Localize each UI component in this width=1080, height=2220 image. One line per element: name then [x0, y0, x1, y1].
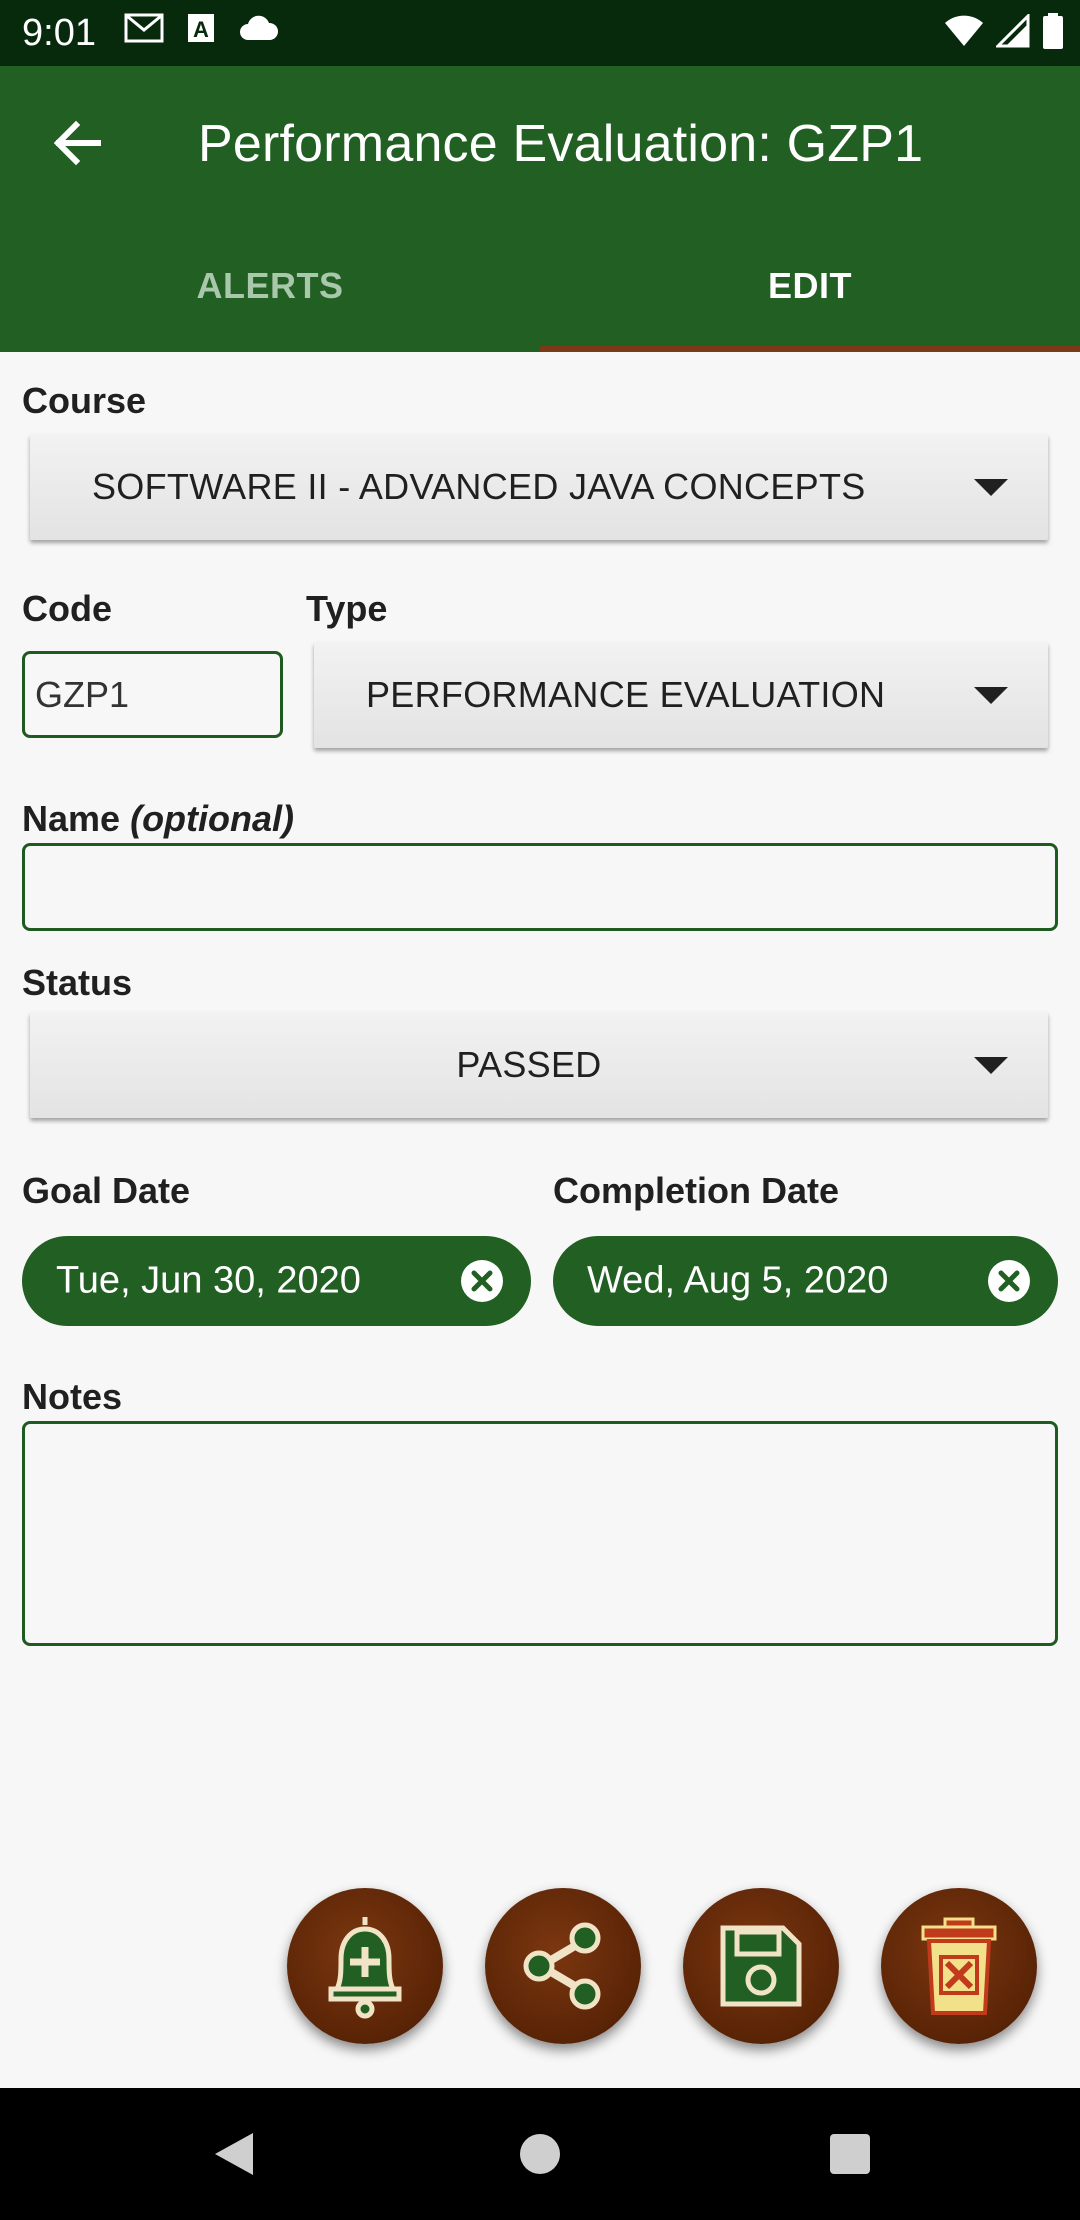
back-triangle-icon [215, 2133, 253, 2175]
course-label: Course [22, 380, 147, 421]
nav-recents-button[interactable] [816, 2120, 884, 2188]
system-icons [944, 12, 1064, 55]
nav-home-button[interactable] [506, 2120, 574, 2188]
name-label-text: Name [22, 798, 121, 839]
notification-icons: A [124, 12, 279, 49]
course-value: SOFTWARE II - ADVANCED JAVA CONCEPTS [92, 466, 866, 507]
delete-button[interactable] [881, 1888, 1037, 2044]
goal-date-value: Tue, Jun 30, 2020 [56, 1259, 361, 1302]
delete-icon [921, 1917, 997, 2015]
gmail-icon [124, 12, 164, 49]
code-input[interactable]: GZP1 [22, 651, 283, 738]
wifi-icon [944, 14, 984, 53]
dropdown-arrow-icon [974, 687, 1008, 704]
dropdown-arrow-icon [974, 1057, 1008, 1074]
add-alert-icon [328, 1917, 402, 2019]
font-a-icon: A [186, 12, 216, 49]
type-spinner[interactable]: PERFORMANCE EVALUATION [314, 642, 1048, 748]
save-icon [720, 1925, 802, 2007]
home-circle-icon [520, 2134, 560, 2174]
clear-goal-date-icon[interactable] [459, 1258, 505, 1304]
recents-square-icon [830, 2134, 870, 2174]
code-label: Code [22, 588, 112, 629]
status-time: 9:01 [22, 12, 96, 54]
status-spinner[interactable]: PASSED [30, 1012, 1048, 1118]
status-value: PASSED [456, 1044, 602, 1085]
completion-date-chip[interactable]: Wed, Aug 5, 2020 [553, 1236, 1058, 1326]
type-value: PERFORMANCE EVALUATION [366, 674, 886, 715]
dropdown-arrow-icon [974, 479, 1008, 496]
tab-alerts[interactable]: ALERTS [0, 220, 540, 352]
code-value: GZP1 [35, 673, 130, 715]
share-button[interactable] [485, 1888, 641, 2044]
completion-date-value: Wed, Aug 5, 2020 [587, 1259, 889, 1302]
name-input[interactable] [22, 843, 1058, 931]
goal-date-chip[interactable]: Tue, Jun 30, 2020 [22, 1236, 531, 1326]
battery-icon [1042, 12, 1064, 55]
notes-label: Notes [22, 1376, 123, 1417]
notes-input[interactable] [22, 1421, 1058, 1646]
tab-bar: ALERTS EDIT [0, 220, 1080, 352]
status-bar: 9:01 A [0, 0, 1080, 66]
nav-back-button[interactable] [200, 2120, 268, 2188]
back-button[interactable] [40, 110, 114, 176]
app-bar: Performance Evaluation: GZP1 [0, 66, 1080, 220]
arrow-back-icon [53, 120, 101, 166]
clear-completion-date-icon[interactable] [986, 1258, 1032, 1304]
cloud-icon [238, 14, 279, 47]
course-spinner[interactable]: SOFTWARE II - ADVANCED JAVA CONCEPTS [30, 434, 1048, 540]
page-title: Performance Evaluation: GZP1 [198, 115, 924, 173]
goal-date-label: Goal Date [22, 1170, 191, 1211]
status-label: Status [22, 962, 133, 1003]
system-nav-bar [0, 2088, 1080, 2220]
share-icon [523, 1922, 601, 2010]
completion-date-label: Completion Date [553, 1170, 840, 1211]
type-label: Type [306, 588, 388, 629]
add-alert-button[interactable] [287, 1888, 443, 2044]
name-label-optional: (optional) [130, 798, 295, 839]
svg-text:A: A [193, 17, 209, 42]
save-button[interactable] [683, 1888, 839, 2044]
signal-icon [994, 12, 1030, 53]
name-label: Name (optional) [22, 798, 294, 840]
tab-edit[interactable]: EDIT [540, 220, 1080, 352]
